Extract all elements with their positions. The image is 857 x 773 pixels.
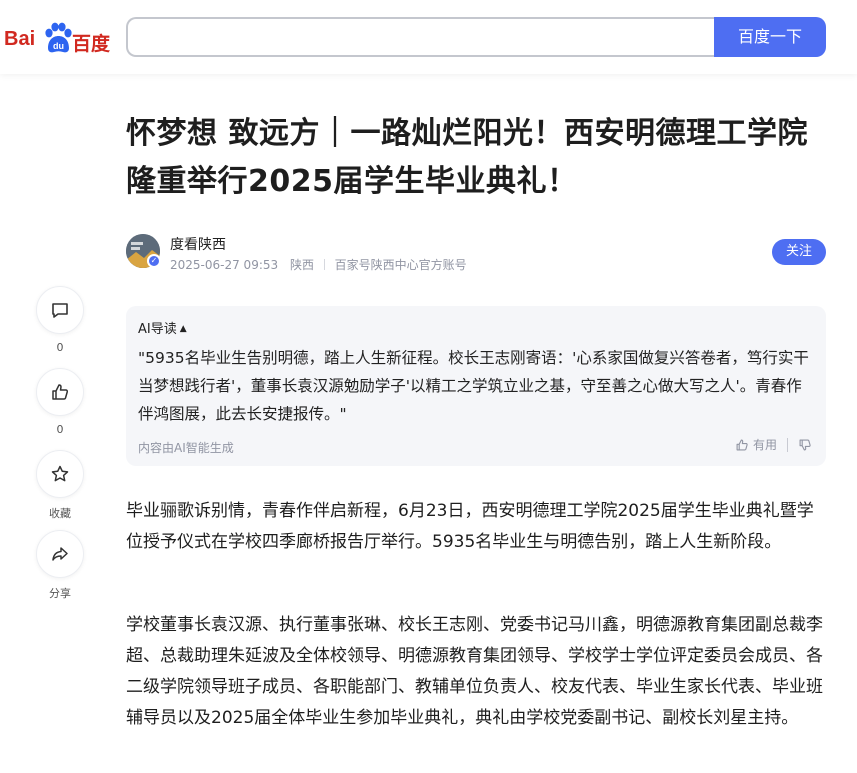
verified-icon: ✓ [147,254,161,268]
article-meta: 2025-06-27 09:53 陕西 百家号陕西中心官方账号 [170,256,467,273]
share-button[interactable] [36,530,84,578]
share-arrow-icon [52,547,68,561]
ai-summary-text: "5935名毕业生告别明德，踏上人生新征程。校长王志刚寄语：'心系家国做复兴答卷… [138,349,809,423]
baidu-logo[interactable]: Bai du 百度 [4,17,110,59]
svg-text:du: du [53,41,64,51]
article-title: 怀梦想 致远方｜一路灿烂阳光！西安明德理工学院隆重举行2025届学生毕业典礼！ [126,116,808,199]
ai-feedback: 有用 [735,436,812,453]
like-button[interactable] [36,368,84,416]
feedback-divider [787,437,788,452]
thumbs-up-icon [52,384,69,400]
ai-generated-note: 内容由AI智能生成 [138,441,234,455]
search-button[interactable]: 百度一下 [714,17,826,57]
collect-action[interactable]: 收藏 [36,450,84,521]
useful-button[interactable]: 有用 [735,436,777,453]
meta-divider [323,259,325,270]
caret-up-icon: ▲ [179,324,187,334]
like-action[interactable]: 0 [36,368,84,436]
ai-summary-box: AI导读 ▲ "5935名毕业生告别明德，踏上人生新征程。校长王志刚寄语：'心系家… [126,306,826,466]
search-input[interactable] [126,17,720,57]
thumbs-down-icon [799,439,811,450]
logo-text-baidu: 百度 [72,33,111,55]
star-icon [51,465,69,482]
comment-action[interactable]: 0 [36,286,84,354]
thumbs-up-icon [736,439,748,450]
collect-button[interactable] [36,450,84,498]
ai-summary-toggle[interactable]: AI导读 ▲ [138,318,187,337]
share-label: 分享 [49,587,71,600]
publish-region: 陕西 [289,258,314,272]
follow-button[interactable]: 关注 [772,239,826,265]
publish-date: 2025-06-27 09:53 [170,258,279,272]
comment-button[interactable] [36,286,84,334]
not-useful-button[interactable] [798,438,812,452]
ai-summary-heading: AI导读 [138,322,177,337]
comment-count: 0 [56,341,64,354]
collect-label: 收藏 [49,507,71,520]
account-type: 百家号陕西中心官方账号 [334,258,467,272]
article-paragraph: 毕业骊歌诉别情，青春作伴启新程，6月23日，西安明德理工学院2025届学生毕业典… [126,501,814,552]
useful-label: 有用 [752,438,777,452]
paw-logo-icon: du [45,22,72,53]
like-count: 0 [56,423,64,436]
author-name[interactable]: 度看陕西 [170,234,226,254]
logo-text-bai: Bai [4,28,36,50]
article-paragraph: 学校董事长袁汉源、执行董事张琳、校长王志刚、党委书记马川鑫，明德源教育集团副总裁… [126,615,823,728]
top-bar: Bai du 百度 百度一下 [0,0,857,74]
share-action[interactable]: 分享 [36,530,84,601]
comment-icon [52,303,68,318]
